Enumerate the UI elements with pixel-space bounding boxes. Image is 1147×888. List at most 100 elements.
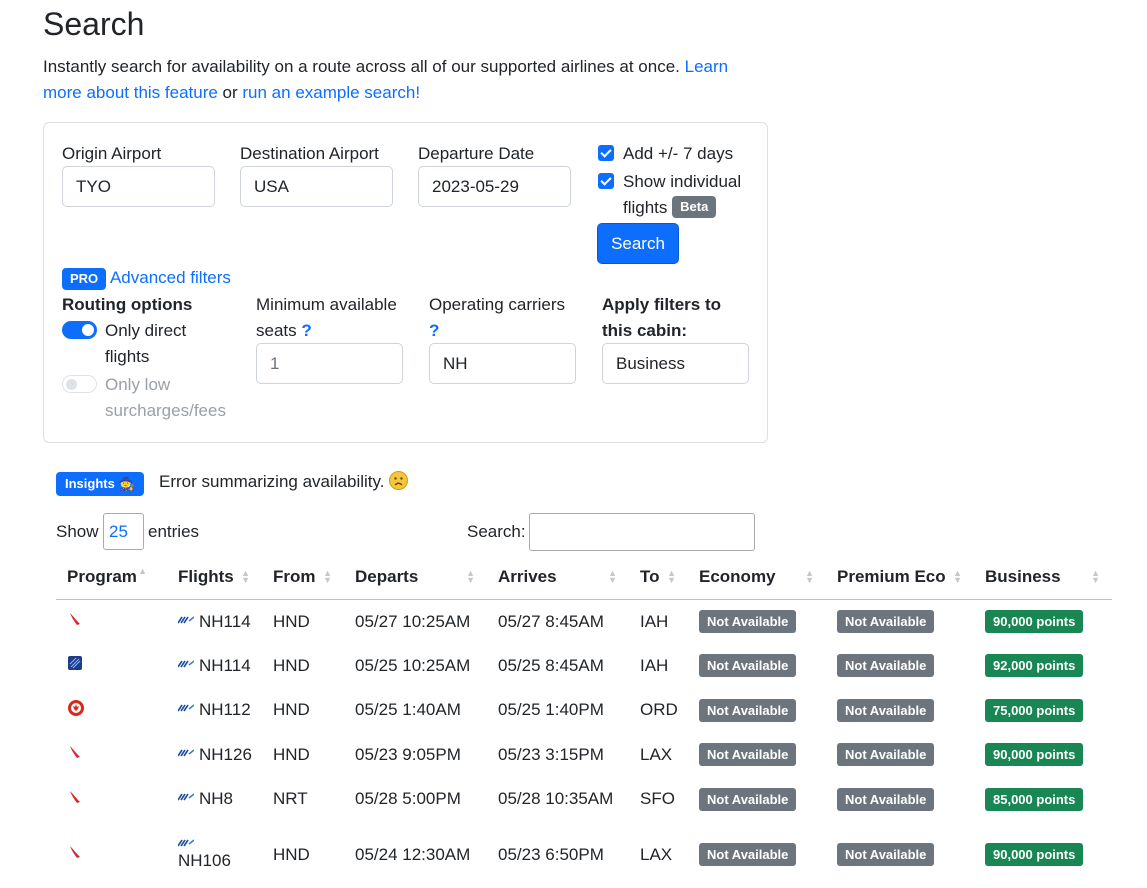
low-fees-toggle[interactable] (62, 375, 97, 393)
business-cell: 90,000 points (974, 733, 1112, 778)
points-badge[interactable]: 90,000 points (985, 743, 1084, 767)
to-cell: LAX (640, 744, 673, 764)
add-days-label: Add +/- 7 days (623, 144, 734, 163)
show-flights-label-cont: flights Beta (623, 195, 717, 221)
not-available-badge: Not Available (699, 843, 797, 866)
premium-eco-cell: Not Available (826, 733, 974, 778)
to-cell: LAX (640, 844, 673, 864)
departs-cell: 05/27 10:25AM (355, 611, 471, 631)
origin-airport-input[interactable]: TYO (62, 166, 215, 207)
departs-cell: 05/23 9:05PM (355, 744, 461, 764)
min-seats-help-icon[interactable]: ? (301, 321, 311, 340)
sort-icon: ▲ ▼ (953, 568, 962, 585)
column-header-to[interactable]: To ▲ ▼ (629, 556, 688, 600)
from-cell: HND (273, 844, 310, 864)
ana-logo-icon (178, 704, 194, 712)
sort-asc-icon: ▲ (138, 566, 147, 576)
premium-eco-cell: Not Available (826, 777, 974, 822)
carriers-help-icon[interactable]: ? (429, 318, 439, 344)
points-badge[interactable]: 75,000 points (985, 698, 1084, 722)
program-cell (56, 688, 167, 733)
or-text: or (217, 83, 243, 102)
red-bird-icon (67, 612, 83, 631)
premium-eco-cell: Not Available (826, 644, 974, 689)
table-row[interactable]: NH114 HND 05/27 10:25AM 05/27 8:45AM IAH Not … (56, 599, 1112, 644)
example-search-link[interactable]: run an example search! (242, 83, 420, 102)
points-badge[interactable]: 90,000 points (985, 610, 1084, 633)
not-available-badge: Not Available (837, 610, 935, 633)
column-header-flights[interactable]: Flights ▲ ▼ (167, 556, 262, 600)
show-label: Show (56, 522, 99, 541)
carriers-input[interactable]: NH (429, 343, 576, 384)
not-available-badge: Not Available (699, 654, 797, 678)
points-badge[interactable]: 85,000 points (985, 787, 1084, 811)
column-header-departs[interactable]: Departs ▲ ▼ (344, 556, 487, 600)
flights-cell: NH112 (167, 688, 262, 733)
direct-flights-label-2: flights (105, 347, 150, 366)
entries-per-page-select[interactable]: 25 (103, 513, 144, 550)
insights-badge-label: Insights (65, 476, 115, 491)
points-badge[interactable]: 92,000 points (985, 654, 1084, 678)
departs-cell: 05/25 10:25AM (355, 655, 471, 675)
origin-label: Origin Airport (62, 144, 162, 163)
destination-airport-input[interactable]: USA (240, 166, 393, 207)
not-available-badge: Not Available (699, 698, 797, 722)
column-header-business[interactable]: Business ▲ ▼ (974, 556, 1112, 600)
advanced-filters-link[interactable]: Advanced filters (110, 268, 231, 287)
table-row[interactable]: NH106 HND 05/24 12:30AM 05/23 6:50PM LAX Not … (56, 822, 1112, 888)
table-row[interactable]: NH114 HND 05/25 10:25AM 05/25 8:45AM IAH Not … (56, 644, 1112, 689)
ana-logo-icon (178, 749, 194, 757)
sort-icon: ▲ ▼ (241, 568, 250, 585)
page-title: Search (43, 6, 145, 42)
flights-cell: NH114 (167, 644, 262, 689)
program-cell (56, 822, 167, 888)
pro-badge: PRO (62, 268, 107, 290)
table-row[interactable]: NH112 HND 05/25 1:40AM 05/25 1:40PM ORD Not A… (56, 688, 1112, 733)
table-row[interactable]: NH8 NRT 05/28 5:00PM 05/28 10:35AM SFO Not Av… (56, 777, 1112, 822)
blue-square-icon (67, 656, 83, 675)
red-bird-icon (67, 845, 83, 864)
arrives-cell: 05/23 3:15PM (498, 744, 604, 764)
column-header-from[interactable]: From ▲ ▼ (262, 556, 344, 600)
column-header-economy[interactable]: Economy ▲ ▼ (688, 556, 826, 600)
min-seats-input[interactable]: 1 (256, 343, 403, 384)
frown-face-icon (389, 471, 409, 490)
intro-paragraph: Instantly search for availability on a r… (43, 54, 763, 106)
arrives-cell: 05/25 1:40PM (498, 700, 604, 720)
from-cell: NRT (273, 789, 308, 809)
flight-number: NH112 (199, 700, 251, 720)
table-row[interactable]: NH126 HND 05/23 9:05PM 05/23 3:15PM LAX Not A… (56, 733, 1112, 778)
to-cell: IAH (640, 655, 669, 675)
points-badge[interactable]: 90,000 points (985, 843, 1084, 866)
to-cell: IAH (640, 611, 669, 631)
program-cell (56, 644, 167, 689)
flights-cell: NH126 (167, 733, 262, 778)
flights-cell: NH114 (167, 599, 262, 644)
from-cell: HND (273, 700, 310, 720)
table-search-input[interactable] (529, 513, 755, 551)
carriers-label: Operating carriers (429, 295, 566, 314)
search-button[interactable]: Search (597, 223, 679, 264)
column-header-program[interactable]: Program ▲ (56, 556, 167, 600)
min-seats-label-2: seats (256, 321, 297, 340)
add-days-checkbox[interactable] (598, 145, 614, 161)
business-cell: 90,000 points (974, 822, 1112, 888)
arrives-cell: 05/25 8:45AM (498, 655, 604, 675)
premium-eco-cell: Not Available (826, 688, 974, 733)
red-bird-icon (67, 745, 83, 764)
table-header-row: Program ▲ Flights ▲ ▼ From ▲ ▼ Departs ▲ ▼ Arri… (56, 556, 1112, 600)
business-cell: 75,000 points (974, 688, 1112, 733)
column-header-arrives[interactable]: Arrives ▲ ▼ (487, 556, 629, 600)
economy-cell: Not Available (688, 777, 826, 822)
cabin-select[interactable]: Business (602, 343, 749, 384)
business-cell: 90,000 points (974, 599, 1112, 644)
direct-flights-label-1: Only direct (105, 321, 187, 340)
economy-cell: Not Available (688, 733, 826, 778)
column-header-premium-eco[interactable]: Premium Eco ▲ ▼ (826, 556, 974, 600)
direct-flights-toggle[interactable] (62, 321, 97, 339)
business-cell: 92,000 points (974, 644, 1112, 689)
show-flights-checkbox[interactable] (598, 173, 614, 189)
departure-date-input[interactable]: 2023-05-29 (418, 166, 571, 207)
program-cell (56, 777, 167, 822)
flight-number: NH114 (199, 655, 251, 675)
